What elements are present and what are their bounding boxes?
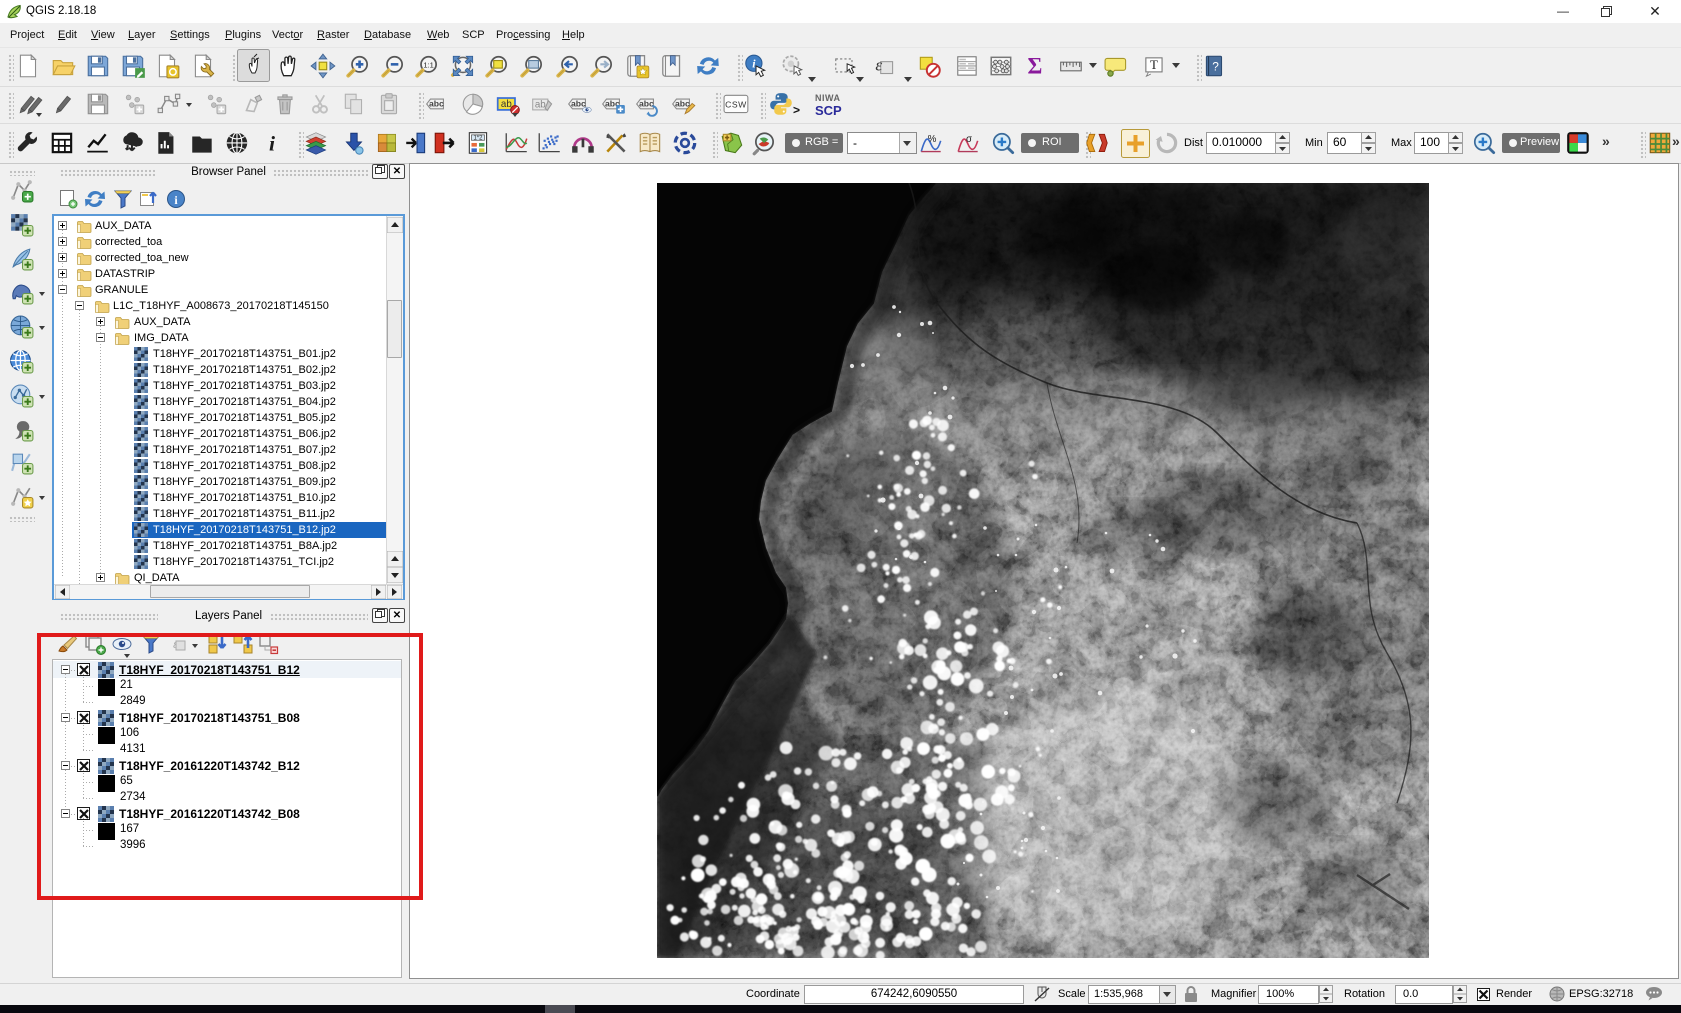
svg-text:?: ? bbox=[1212, 59, 1219, 73]
svg-text:ab: ab bbox=[501, 99, 512, 110]
svg-text:i: i bbox=[269, 132, 275, 156]
svg-text:abc: abc bbox=[429, 99, 444, 109]
svg-text:CSW: CSW bbox=[725, 100, 747, 110]
svg-text:abc: abc bbox=[639, 99, 654, 109]
svg-text:abc: abc bbox=[675, 99, 690, 109]
svg-text:Σ: Σ bbox=[1028, 54, 1043, 79]
svg-text:ε: ε bbox=[875, 55, 882, 74]
svg-text:%: % bbox=[928, 134, 937, 145]
svg-text:ab: ab bbox=[535, 100, 546, 111]
svg-text:abc: abc bbox=[571, 99, 586, 109]
svg-text:σ: σ bbox=[966, 134, 972, 145]
svg-text:1*2: 1*2 bbox=[473, 136, 482, 142]
svg-text:1:1: 1:1 bbox=[423, 61, 434, 70]
svg-text:T: T bbox=[1150, 57, 1158, 72]
